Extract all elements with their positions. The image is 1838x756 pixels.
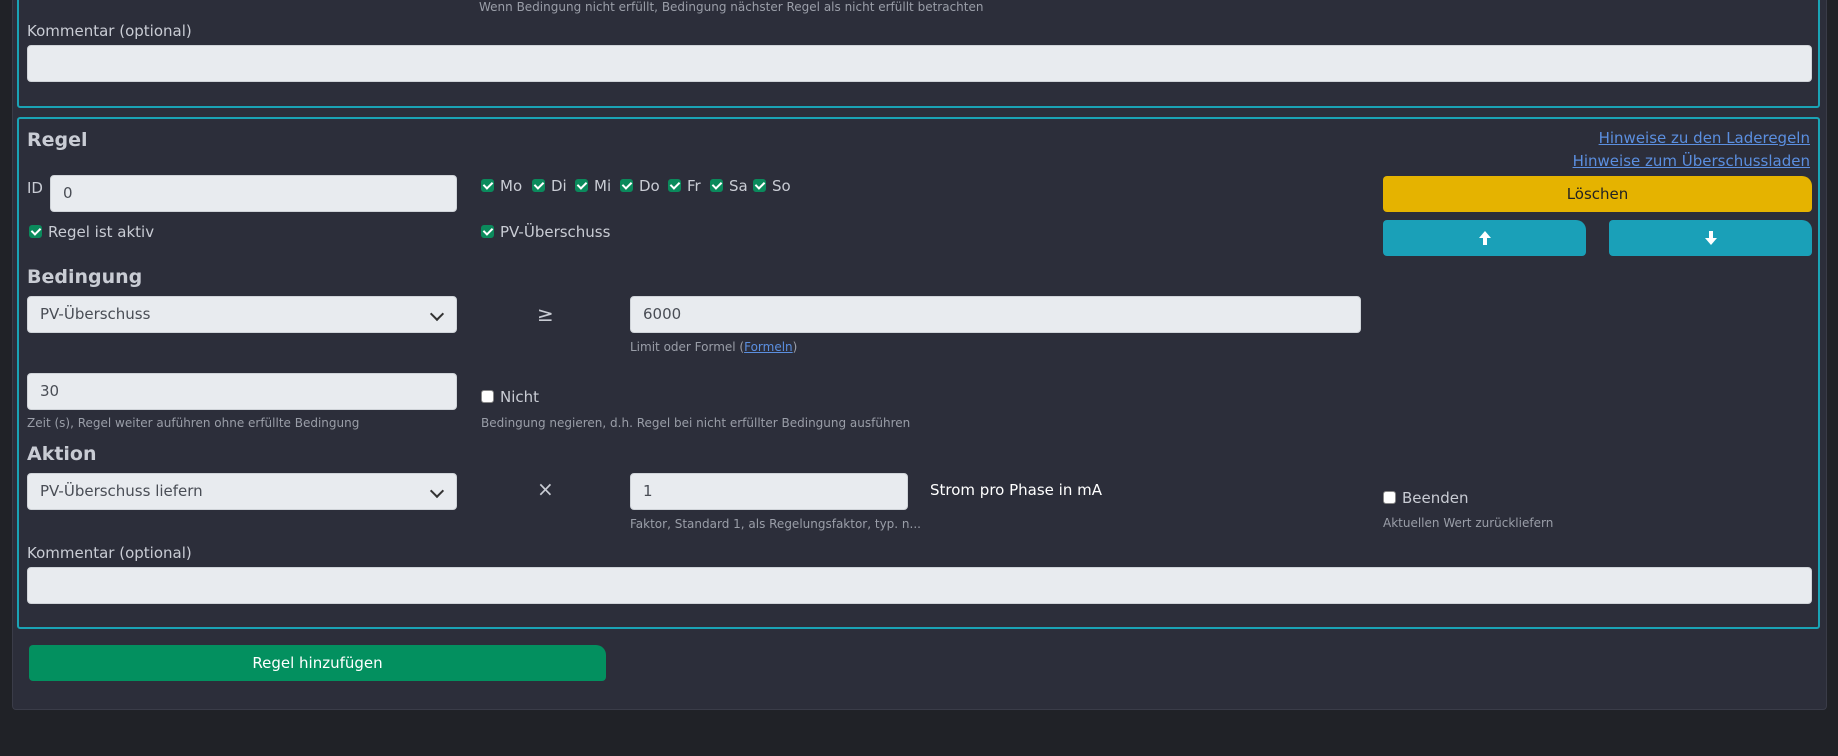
day-checkbox-do[interactable] [620,179,633,192]
formeln-link[interactable]: Formeln [744,340,793,354]
negate-label: Nicht [500,388,540,406]
unit-label: Strom pro Phase in mA [930,481,1102,499]
day-label-mo: Mo [500,177,523,195]
day-checkbox-sa[interactable] [710,179,723,192]
factor-input[interactable]: 1 [630,473,908,510]
factor-hint: Faktor, Standard 1, als Regelungsfaktor,… [630,517,921,531]
previous-comment-label: Kommentar (optional) [27,22,192,40]
move-down-button[interactable] [1609,220,1812,256]
rule-title: Regel [27,129,88,151]
end-label: Beenden [1402,489,1469,507]
action-select[interactable]: PV-Überschuss liefern [27,473,457,510]
condition-select[interactable]: PV-Überschuss [27,296,457,333]
id-input[interactable]: 0 [50,175,457,212]
end-checkbox[interactable] [1383,491,1396,504]
limit-hint-prefix: Limit oder Formel ( [630,340,745,354]
previous-comment-input[interactable] [27,45,1812,82]
rule-active-label: Regel ist aktiv [48,223,155,241]
day-checkbox-mi[interactable] [575,179,588,192]
comment-input[interactable] [27,567,1812,604]
day-label-sa: Sa [729,177,748,195]
previous-rule-card: Wenn Bedingung nicht erfüllt, Bedingung … [17,0,1820,108]
comment-label: Kommentar (optional) [27,544,192,562]
pv-surplus-checkbox[interactable] [481,225,494,238]
rule-active-checkbox[interactable] [29,225,42,238]
end-hint: Aktuellen Wert zurückliefern [1383,516,1554,530]
limit-hint: Limit oder Formel (Formeln) [630,340,797,354]
negate-hint: Bedingung negieren, d.h. Regel bei nicht… [481,416,911,430]
day-checkbox-so[interactable] [753,179,766,192]
time-input[interactable]: 30 [27,373,457,410]
day-label-so: So [772,177,791,195]
link-laderegeln[interactable]: Hinweise zu den Laderegeln [1599,129,1810,147]
action-title: Aktion [27,443,97,465]
previous-rule-hint: Wenn Bedingung nicht erfüllt, Bedingung … [479,0,984,14]
day-checkbox-mo[interactable] [481,179,494,192]
pv-surplus-label: PV-Überschuss [500,223,611,241]
day-checkbox-di[interactable] [532,179,545,192]
day-label-mi: Mi [594,177,612,195]
rule-card: Regel Hinweise zu den Laderegeln Hinweis… [17,117,1820,629]
arrow-down-icon [1704,231,1717,245]
day-label-do: Do [639,177,660,195]
action-operator: × [537,477,554,501]
arrow-up-icon [1478,231,1491,245]
move-up-button[interactable] [1383,220,1586,256]
id-label: ID [27,179,43,197]
link-ueberschussladen[interactable]: Hinweise zum Überschussladen [1573,152,1810,170]
condition-operator: ≥ [537,302,554,326]
negate-checkbox[interactable] [481,390,494,403]
condition-title: Bedingung [27,266,143,288]
add-rule-button[interactable]: Regel hinzufügen [29,645,606,681]
days-group: Mo Di Mi Do Fr Sa So [481,177,861,197]
day-label-fr: Fr [687,177,701,195]
day-checkbox-fr[interactable] [668,179,681,192]
delete-button[interactable]: Löschen [1383,176,1812,212]
time-hint: Zeit (s), Regel weiter auführen ohne erf… [27,416,360,430]
limit-hint-suffix: ) [792,340,798,354]
day-label-di: Di [551,177,567,195]
limit-input[interactable]: 6000 [630,296,1361,333]
